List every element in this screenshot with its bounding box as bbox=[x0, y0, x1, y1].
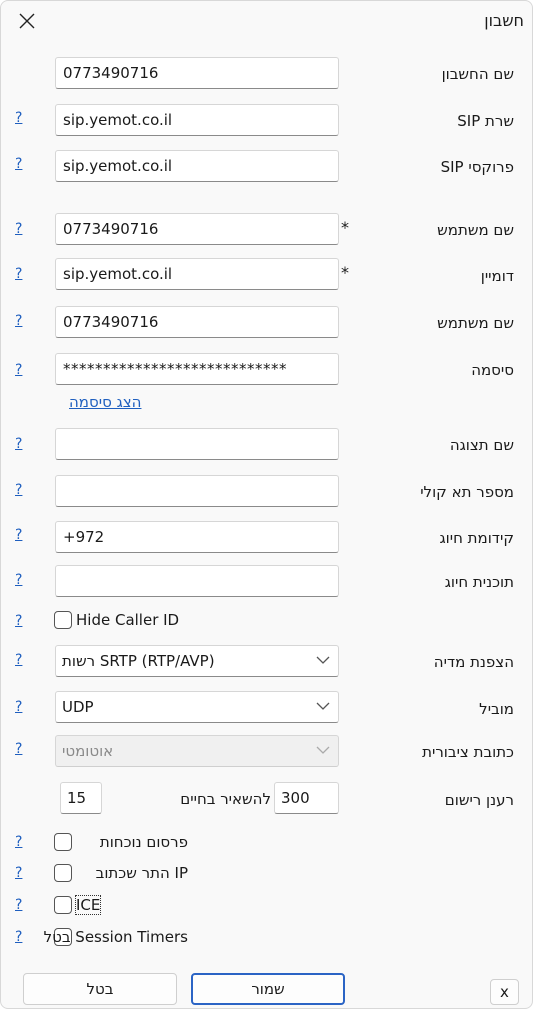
publish-presence-label: פרסום נוכחות bbox=[99, 833, 188, 851]
password-label: סיסמה bbox=[471, 361, 514, 379]
help-link-sip-server[interactable]: ? bbox=[15, 110, 22, 126]
account-dialog: חשבון שם החשבון 0773490716 ? שרת SIP sip… bbox=[0, 0, 533, 1009]
keepalive-field[interactable]: 15 bbox=[60, 782, 102, 814]
help-link-hide-caller-id[interactable]: ? bbox=[15, 613, 22, 629]
hide-caller-id-label: Hide Caller ID bbox=[76, 611, 180, 629]
help-link-domain[interactable]: ? bbox=[15, 266, 22, 282]
show-password-link[interactable]: הצג סיסמה bbox=[69, 393, 141, 411]
username-field[interactable]: 0773490716 bbox=[55, 213, 339, 245]
account-name-label: שם החשבון bbox=[441, 65, 514, 83]
help-link-login[interactable]: ? bbox=[15, 313, 22, 329]
help-link-username[interactable]: ? bbox=[15, 221, 22, 237]
help-link-voicemail[interactable]: ? bbox=[15, 482, 22, 498]
display-name-label: שם תצוגה bbox=[449, 436, 514, 454]
help-link-transport[interactable]: ? bbox=[15, 699, 22, 715]
close-button[interactable] bbox=[13, 7, 41, 35]
session-timers-label: Session Timers בטל bbox=[43, 928, 188, 946]
help-link-dial-prefix[interactable]: ? bbox=[15, 527, 22, 543]
sip-server-label: שרת SIP bbox=[457, 112, 514, 130]
help-link-session-timers[interactable]: ? bbox=[15, 929, 22, 945]
media-encryption-label: הצפנת מדיה bbox=[433, 653, 514, 671]
chevron-down-icon bbox=[316, 656, 330, 664]
window-title: חשבון bbox=[484, 11, 524, 30]
account-name-field[interactable]: 0773490716 bbox=[55, 57, 339, 89]
required-marker-domain: * bbox=[341, 263, 349, 282]
public-address-select: אוטומטי bbox=[55, 735, 339, 767]
help-link-allow-ip-rewrite[interactable]: ? bbox=[15, 865, 22, 881]
sip-proxy-field[interactable]: sip.yemot.co.il bbox=[55, 150, 339, 182]
registration-refresh-field[interactable]: 300 bbox=[274, 782, 339, 814]
password-field[interactable]: **************************** bbox=[55, 353, 339, 385]
chevron-down-icon bbox=[316, 702, 330, 710]
cancel-button[interactable]: בטל bbox=[23, 973, 177, 1005]
help-link-sip-proxy[interactable]: ? bbox=[15, 156, 22, 172]
public-address-label: כתובת ציבורית bbox=[422, 743, 514, 761]
title-bar: חשבון bbox=[1, 1, 532, 41]
domain-label: דומיין bbox=[480, 267, 514, 285]
allow-ip-rewrite-checkbox[interactable] bbox=[54, 864, 72, 882]
chevron-down-icon bbox=[316, 746, 330, 754]
help-link-ice[interactable]: ? bbox=[15, 897, 22, 913]
x-button[interactable]: x bbox=[490, 979, 519, 1005]
display-name-field[interactable] bbox=[55, 428, 339, 460]
close-icon bbox=[19, 13, 35, 29]
publish-presence-checkbox[interactable] bbox=[54, 833, 72, 851]
login-field[interactable]: 0773490716 bbox=[55, 306, 339, 338]
voicemail-field[interactable] bbox=[55, 475, 339, 507]
help-link-dial-plan[interactable]: ? bbox=[15, 572, 22, 588]
dial-prefix-field[interactable]: +972 bbox=[55, 521, 339, 553]
help-link-publish-presence[interactable]: ? bbox=[15, 834, 22, 850]
transport-label: מוביל bbox=[479, 700, 514, 718]
help-link-display-name[interactable]: ? bbox=[15, 436, 22, 452]
sip-proxy-label: פרוקסי SIP bbox=[440, 158, 514, 176]
public-address-value: אוטומטי bbox=[62, 742, 114, 760]
domain-field[interactable]: sip.yemot.co.il bbox=[55, 258, 339, 290]
dial-plan-field[interactable] bbox=[55, 565, 339, 597]
voicemail-label: מספר תא קולי bbox=[420, 483, 514, 501]
media-encryption-value: רשות SRTP (RTP/AVP) bbox=[62, 652, 215, 670]
hide-caller-id-checkbox[interactable] bbox=[54, 611, 72, 629]
dial-plan-label: תוכנית חיוג bbox=[444, 573, 514, 591]
help-link-public-address[interactable]: ? bbox=[15, 741, 22, 757]
help-link-password[interactable]: ? bbox=[15, 362, 22, 378]
login-label: שם משתמש bbox=[437, 314, 514, 332]
allow-ip-rewrite-label: IP התר שכתוב bbox=[95, 864, 188, 882]
dial-prefix-label: קידומת חיוג bbox=[439, 529, 514, 547]
help-link-media-encryption[interactable]: ? bbox=[15, 652, 22, 668]
required-marker-username: * bbox=[341, 218, 349, 237]
media-encryption-select[interactable]: רשות SRTP (RTP/AVP) bbox=[55, 645, 339, 677]
ice-label: ICE bbox=[74, 895, 102, 915]
transport-value: UDP bbox=[62, 698, 94, 716]
save-button[interactable]: שמור bbox=[191, 973, 345, 1005]
transport-select[interactable]: UDP bbox=[55, 691, 339, 723]
ice-checkbox[interactable] bbox=[54, 896, 72, 914]
keepalive-label: להשאיר בחיים bbox=[180, 790, 271, 808]
sip-server-field[interactable]: sip.yemot.co.il bbox=[55, 104, 339, 136]
username-label: שם משתמש bbox=[437, 221, 514, 239]
registration-refresh-label: רענן רישום bbox=[444, 791, 514, 809]
